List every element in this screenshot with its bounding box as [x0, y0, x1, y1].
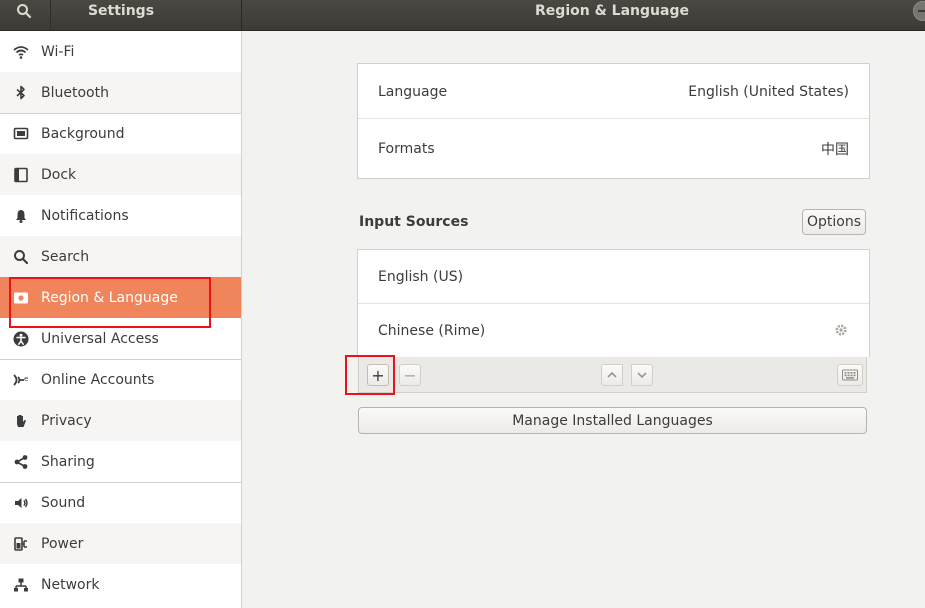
sidebar-item-region-language[interactable]: Region & Language	[0, 277, 241, 318]
language-formats-card: Language English (United States) Formats…	[357, 63, 870, 179]
hand-icon	[12, 412, 30, 430]
input-sources-title: Input Sources	[359, 214, 469, 230]
sidebar-item-sound[interactable]: Sound	[0, 482, 241, 523]
sidebar-item-power[interactable]: Power	[0, 523, 241, 564]
sidebar-item-universal-access[interactable]: Universal Access	[0, 318, 241, 359]
input-source-label: English (US)	[378, 269, 464, 285]
dock-icon	[12, 166, 30, 184]
sidebar-item-label: Network	[41, 576, 100, 593]
sidebar-item-label: Dock	[41, 166, 77, 183]
sidebar-item-label: Background	[41, 126, 125, 142]
add-input-source-button[interactable]: +	[367, 364, 389, 386]
svg-text:e: e	[24, 375, 28, 383]
search-button[interactable]	[9, 0, 39, 22]
sidebar-item-label: Universal Access	[41, 330, 159, 347]
sidebar-item-label: Region & Language	[41, 289, 178, 306]
sidebar-item-label: Online Accounts	[41, 372, 155, 388]
sidebar-item-label: Wi-Fi	[41, 43, 75, 60]
add-label: +	[371, 365, 385, 385]
input-sources-list: English (US) Chinese (Rime)	[357, 249, 870, 357]
sidebar-item-network[interactable]: Network	[0, 564, 241, 605]
share-icon	[12, 453, 30, 471]
move-down-button[interactable]	[631, 364, 653, 386]
sidebar-item-dock[interactable]: Dock	[0, 154, 241, 195]
chevron-down-icon	[637, 372, 647, 379]
search-icon	[17, 4, 32, 19]
sidebar-item-label: Bluetooth	[41, 84, 109, 101]
page-title: Region & Language	[535, 3, 689, 19]
accessibility-icon	[12, 330, 30, 348]
header-bar: Settings Region & Language	[0, 0, 925, 31]
sidebar-item-label: Notifications	[41, 207, 129, 224]
sidebar-item-label: Power	[41, 535, 84, 552]
speaker-icon	[12, 494, 30, 512]
sidebar-item-label: Sound	[41, 495, 86, 511]
move-up-button[interactable]	[601, 364, 623, 386]
gear-icon[interactable]	[833, 322, 849, 342]
sidebar-item-wifi[interactable]: Wi-Fi	[0, 31, 241, 72]
language-value: English (United States)	[688, 84, 849, 100]
list-item[interactable]: Chinese (Rime)	[358, 304, 869, 358]
bluetooth-icon	[12, 84, 30, 102]
sidebar-item-notifications[interactable]: Notifications	[0, 195, 241, 236]
sidebar-item-search[interactable]: Search	[0, 236, 241, 277]
sidebar-item-privacy[interactable]: Privacy	[0, 400, 241, 441]
wifi-icon	[12, 43, 30, 61]
sidebar-item-label: Privacy	[41, 412, 92, 429]
search-icon	[12, 248, 30, 266]
input-source-label: Chinese (Rime)	[378, 323, 486, 339]
background-icon	[12, 125, 30, 143]
formats-label: Formats	[378, 140, 435, 157]
sidebar-item-background[interactable]: Background	[0, 113, 241, 154]
formats-row[interactable]: Formats 中国	[358, 119, 869, 178]
online-accounts-icon: e	[12, 371, 30, 389]
plug-icon	[12, 535, 30, 553]
sidebar-item-bluetooth[interactable]: Bluetooth	[0, 72, 241, 113]
chevron-up-icon	[607, 371, 617, 378]
sidebar-item-online-accounts[interactable]: e Online Accounts	[0, 359, 241, 400]
options-button[interactable]: Options	[802, 209, 866, 235]
sidebar: Wi-Fi Bluetooth Background Dock Notifica…	[0, 31, 241, 608]
flag-icon	[12, 289, 30, 307]
keyboard-layout-button[interactable]	[837, 364, 863, 386]
input-sources-toolbar: + −	[358, 357, 867, 393]
remove-input-source-button[interactable]: −	[399, 364, 421, 386]
formats-value: 中国	[821, 141, 849, 158]
list-item[interactable]: English (US)	[358, 250, 869, 304]
sidebar-item-label: Sharing	[41, 453, 95, 470]
remove-label: −	[403, 365, 417, 385]
keyboard-icon	[842, 369, 858, 381]
network-icon	[12, 576, 30, 594]
sidebar-item-label: Search	[41, 248, 90, 265]
sidebar-border	[241, 31, 242, 608]
settings-title: Settings	[87, 3, 155, 19]
manage-installed-languages-button[interactable]: Manage Installed Languages	[358, 407, 867, 434]
language-label: Language	[378, 84, 448, 100]
sidebar-item-sharing[interactable]: Sharing	[0, 441, 241, 482]
language-row[interactable]: Language English (United States)	[358, 64, 869, 120]
bell-icon	[12, 207, 30, 225]
